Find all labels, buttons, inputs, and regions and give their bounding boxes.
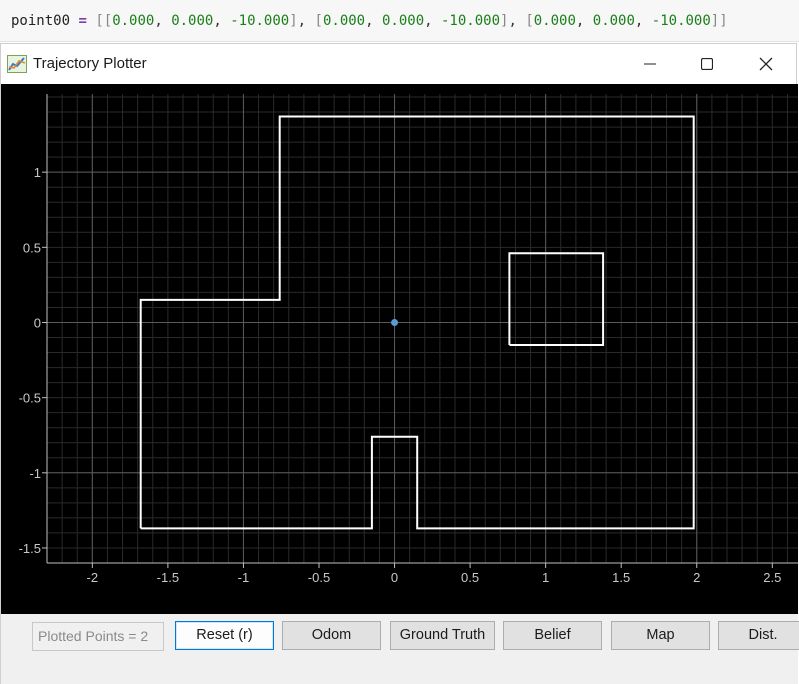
maximize-icon	[701, 58, 713, 70]
trajectory-plot[interactable]: -2 -1.5 -1 -0.5 0 0.5 1 1.5 2 2.5 -1.5 -1 -0.5 0 0.5 1	[1, 84, 798, 614]
maximize-button[interactable]	[684, 44, 730, 84]
separator-token: ,	[213, 13, 231, 29]
x-tick-label: -2	[87, 570, 99, 585]
separator-token: ,	[154, 13, 172, 29]
bracket-token: [	[314, 13, 323, 29]
x-tick-label: -0.5	[308, 570, 330, 585]
y-tick-label: 0	[34, 315, 41, 330]
number-token: 0.000	[171, 13, 214, 29]
bracket-token: ]	[289, 13, 298, 29]
x-tick-label: 2.5	[763, 570, 781, 585]
x-tick-label: 0	[391, 570, 398, 585]
y-tick-label: 1	[34, 165, 41, 180]
y-tick-label: -0.5	[19, 391, 41, 406]
bracket-token: [	[525, 13, 534, 29]
x-tick-label: 1	[542, 570, 549, 585]
bracket-token: ]]	[710, 13, 728, 29]
number-token: 0.000	[381, 13, 425, 29]
bracket-token: [[	[95, 13, 113, 29]
x-tick-label: 0.5	[461, 570, 479, 585]
x-tick-label: -1	[238, 570, 250, 585]
plotted-points-status: Plotted Points = 2	[32, 622, 164, 651]
y-tick-label: 0.5	[23, 240, 41, 255]
number-token: -10.000	[441, 13, 501, 29]
close-button[interactable]	[743, 44, 789, 84]
number-token: -10.000	[651, 13, 711, 29]
trajectory-plotter-window: Trajectory Plotter -2 -1.5 -1 -0.5 0 0.5 1 1.5 2…	[0, 43, 799, 684]
separator-token: ,	[297, 13, 315, 29]
y-tick-label: -1.5	[19, 541, 41, 556]
plot-canvas[interactable]: -2 -1.5 -1 -0.5 0 0.5 1 1.5 2 2.5 -1.5 -1 -0.5 0 0.5 1	[1, 84, 798, 684]
separator-token: ,	[365, 13, 382, 29]
separator-token: ,	[424, 13, 441, 29]
close-icon	[759, 57, 773, 71]
map-button[interactable]: Map	[611, 621, 710, 650]
number-token: 0.000	[112, 13, 155, 29]
minimize-icon	[644, 63, 656, 65]
x-tick-label: 2	[693, 570, 700, 585]
number-token: 0.000	[322, 13, 366, 29]
number-token: -10.000	[230, 13, 290, 29]
x-tick-label: -1.5	[157, 570, 179, 585]
assign-operator: =	[78, 13, 87, 29]
separator-token: ,	[575, 13, 593, 29]
minimize-button[interactable]	[627, 44, 673, 84]
window-title: Trajectory Plotter	[33, 55, 147, 72]
chart-line-icon	[7, 55, 27, 73]
dist-button[interactable]: Dist.	[718, 621, 799, 650]
map-wall-line	[508, 252, 605, 346]
belief-button[interactable]: Belief	[503, 621, 602, 650]
array-value: [[0.000, 0.000, -10.000], [0.000, 0.000,…	[95, 13, 727, 29]
y-tick-label: -1	[29, 466, 41, 481]
title-bar[interactable]: Trajectory Plotter	[1, 44, 796, 84]
reset-button[interactable]: Reset (r)	[175, 621, 274, 650]
number-token: 0.000	[592, 13, 635, 29]
separator-token: ,	[508, 13, 526, 29]
number-token: 0.000	[533, 13, 576, 29]
code-output-line: point00 = [[0.000, 0.000, -10.000], [0.0…	[0, 0, 799, 42]
odom-button[interactable]: Odom	[282, 621, 381, 650]
ground-truth-button[interactable]: Ground Truth	[390, 621, 495, 650]
x-tick-label: 1.5	[612, 570, 630, 585]
trajectory-point	[391, 318, 399, 326]
variable-name: point00	[11, 13, 71, 29]
separator-token: ,	[634, 13, 652, 29]
